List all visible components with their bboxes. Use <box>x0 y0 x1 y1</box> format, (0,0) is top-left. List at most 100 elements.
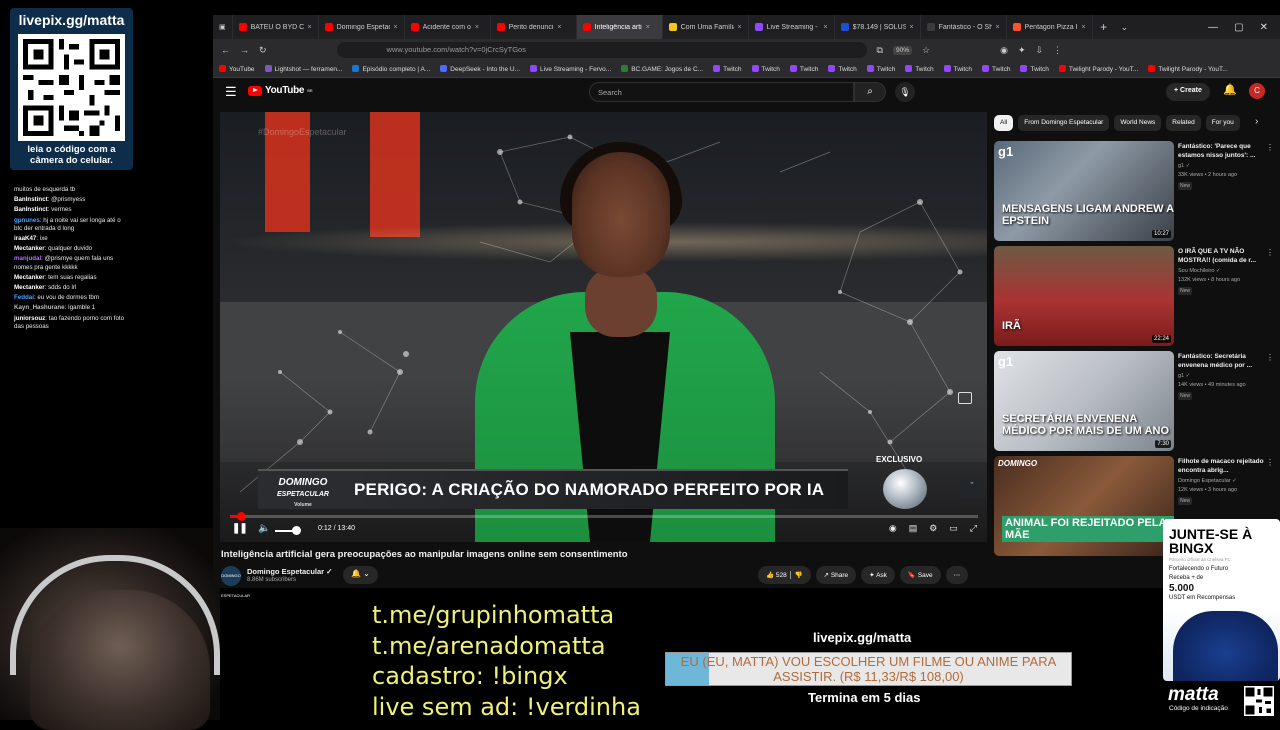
tab-close-icon[interactable]: × <box>394 24 398 31</box>
recommendation-thumbnail[interactable]: DOMINGO ANIMAL FOI REJEITADO PELA MÃE <box>994 456 1174 556</box>
pip-icon[interactable] <box>958 392 972 404</box>
account-avatar[interactable]: C <box>1249 83 1265 99</box>
bookmark-item[interactable]: Episódio completo | A... <box>352 65 430 73</box>
bookmark-item[interactable]: Twitch <box>943 65 972 73</box>
recommendation-channel: g1 ✓ <box>1178 163 1191 169</box>
progress-bar[interactable] <box>230 512 978 521</box>
browser-tab[interactable]: Perito denunci × <box>491 15 577 39</box>
browser-tab[interactable]: Inteligência arti × <box>576 15 663 39</box>
browser-tab[interactable]: Acidente com o × <box>405 15 491 39</box>
filter-chip[interactable]: World News <box>1114 115 1162 131</box>
chat-text: sdds do lrl <box>48 284 77 292</box>
filter-chip[interactable]: Related <box>1166 115 1201 131</box>
bookmark-item[interactable]: Twitch <box>789 65 818 73</box>
zoom-level[interactable]: 90% <box>892 45 912 55</box>
theater-mode-icon[interactable]: ▭ <box>949 523 958 534</box>
menu-icon[interactable]: ⋮ <box>1053 45 1062 56</box>
translate-icon[interactable]: ⧉ <box>877 45 883 56</box>
browser-tab[interactable]: BATEU O BYD COM × <box>233 15 319 39</box>
tab-close-icon[interactable]: × <box>1082 24 1086 31</box>
browser-tab[interactable]: Com Uma Família d × <box>663 15 749 39</box>
close-button[interactable]: ✕ <box>1260 22 1268 33</box>
bookmark-item[interactable]: Live Streaming - Fervo... <box>530 65 611 73</box>
recommendation-item[interactable]: g1 SECRETÁRIA ENVENENA MÉDICO POR MAIS DE… <box>994 351 1274 451</box>
create-button[interactable]: + Create <box>1166 83 1210 101</box>
bookmark-item[interactable]: BC.GAME: Jogos de C... <box>621 65 703 73</box>
channel-avatar[interactable]: DOMINGO ESPETACULAR <box>221 566 250 598</box>
volume-knob[interactable] <box>292 526 301 535</box>
recommendation-item[interactable]: g1 MENSAGENS LIGAM ANDREW A EPSTEIN 10:27 F… <box>994 141 1274 241</box>
chevron-down-icon[interactable]: ⌄ <box>1115 22 1135 33</box>
forward-icon[interactable]: → <box>240 45 249 55</box>
subscription-bell-button[interactable]: 🔔 ⌄ <box>343 566 378 584</box>
bookmark-item[interactable]: DeepSeek - Into the U... <box>440 65 520 73</box>
more-actions-button[interactable]: ⋯ <box>945 566 969 584</box>
fullscreen-icon[interactable]: ⤢ <box>970 523 977 534</box>
recommendation-thumbnail[interactable]: g1 MENSAGENS LIGAM ANDREW A EPSTEIN 10:27 <box>994 141 1174 241</box>
browser-tab[interactable]: Pentagon Pizza Indi × <box>1007 15 1093 39</box>
video-player[interactable]: #DomingoEspetacular DOMINGO ESPETACULAR … <box>220 112 987 542</box>
search-input[interactable]: Search <box>589 82 854 102</box>
youtube-logo[interactable]: YouTube BR <box>248 85 313 96</box>
tab-close-icon[interactable]: × <box>557 24 561 31</box>
tab-list-icon[interactable]: ▣ <box>213 15 233 39</box>
extension-icon[interactable]: ◉ <box>1000 45 1008 56</box>
puzzle-icon[interactable]: ✦ <box>1018 45 1026 56</box>
filter-chip[interactable]: From Domingo Espetacular <box>1018 115 1110 131</box>
bookmark-item[interactable]: Twilight Parody - YouT... <box>1148 65 1228 73</box>
bookmark-item[interactable]: Twitch <box>713 65 742 73</box>
tab-close-icon[interactable]: × <box>475 24 479 31</box>
browser-tab[interactable]: Live Streaming - Fe × <box>749 15 835 39</box>
browser-tab[interactable]: $78.149 | SOLUSDT × <box>835 15 921 39</box>
tab-close-icon[interactable]: × <box>824 24 828 31</box>
bookmark-item[interactable]: Twilight Parody - YouT... <box>1058 65 1138 73</box>
microphone-icon[interactable]: 🎙 <box>895 82 915 102</box>
volume-icon[interactable]: 🔈 <box>258 523 270 534</box>
tab-close-icon[interactable]: × <box>996 24 1000 31</box>
more-options-icon[interactable]: ⋮ <box>1266 353 1274 362</box>
hamburger-menu-icon[interactable]: ☰ <box>225 84 237 100</box>
maximize-button[interactable]: ▢ <box>1234 22 1243 33</box>
recommendation-thumbnail[interactable]: IRÃ 22:24 <box>994 246 1174 346</box>
minimize-button[interactable]: — <box>1208 22 1218 33</box>
tab-close-icon[interactable]: × <box>646 24 650 31</box>
more-options-icon[interactable]: ⋮ <box>1266 143 1274 152</box>
chevron-right-icon[interactable]: › <box>1255 116 1258 127</box>
like-button[interactable]: 👍 528 │ 👎 <box>758 566 811 584</box>
bookmark-item[interactable]: Twitch <box>1020 65 1049 73</box>
search-icon[interactable]: ⌕ <box>854 82 886 102</box>
bookmark-item[interactable]: Twitch <box>905 65 934 73</box>
url-field[interactable]: www.youtube.com/watch?v=0jCrcSyTGos <box>336 42 867 58</box>
settings-icon[interactable]: ⚙ <box>929 523 937 534</box>
bookmark-item[interactable]: Twitch <box>982 65 1010 73</box>
pause-icon[interactable]: ❚❚ <box>232 523 248 534</box>
recommendation-thumbnail[interactable]: g1 SECRETÁRIA ENVENENA MÉDICO POR MAIS DE… <box>994 351 1174 451</box>
reload-icon[interactable]: ↻ <box>259 45 267 56</box>
browser-tab[interactable]: Fantástico - O Show × <box>921 15 1007 39</box>
autoplay-icon[interactable]: ◉ <box>889 523 897 534</box>
filter-chip[interactable]: All <box>994 115 1014 131</box>
download-icon[interactable]: ⇩ <box>1035 45 1043 56</box>
recommendation-item[interactable]: IRÃ 22:24 O IRÃ QUE A TV NÃO MOSTRA!! (com… <box>994 246 1274 346</box>
tab-close-icon[interactable]: × <box>738 24 742 31</box>
more-options-icon[interactable]: ⋮ <box>1266 248 1274 257</box>
bookmark-item[interactable]: Lightshot — ferramen... <box>264 65 342 73</box>
star-icon[interactable]: ☆ <box>922 45 930 56</box>
tab-close-icon[interactable]: × <box>910 24 914 31</box>
share-button[interactable]: ↗ Share <box>815 566 857 584</box>
bookmark-item[interactable]: Twitch <box>866 65 895 73</box>
subtitles-icon[interactable]: ▤ <box>909 523 918 534</box>
bookmark-item[interactable]: Twitch <box>751 65 780 73</box>
bookmark-item[interactable]: Twitch <box>828 65 857 73</box>
notifications-bell-icon[interactable]: 🔔 <box>1223 83 1237 96</box>
back-icon[interactable]: ← <box>221 45 230 55</box>
ask-button[interactable]: ✦ Ask <box>861 566 895 584</box>
bookmark-item[interactable]: YouTube <box>219 65 255 73</box>
more-options-icon[interactable]: ⋮ <box>1266 458 1274 467</box>
channel-name[interactable]: Domingo Espetacular ✓ <box>247 567 332 576</box>
filter-chip[interactable]: For you <box>1205 115 1240 131</box>
save-button[interactable]: 🔖 Save <box>899 566 941 584</box>
browser-tab[interactable]: Domingo Espetacul × <box>319 15 405 39</box>
tab-close-icon[interactable]: × <box>308 24 312 31</box>
new-tab-button[interactable]: + <box>1093 20 1115 34</box>
